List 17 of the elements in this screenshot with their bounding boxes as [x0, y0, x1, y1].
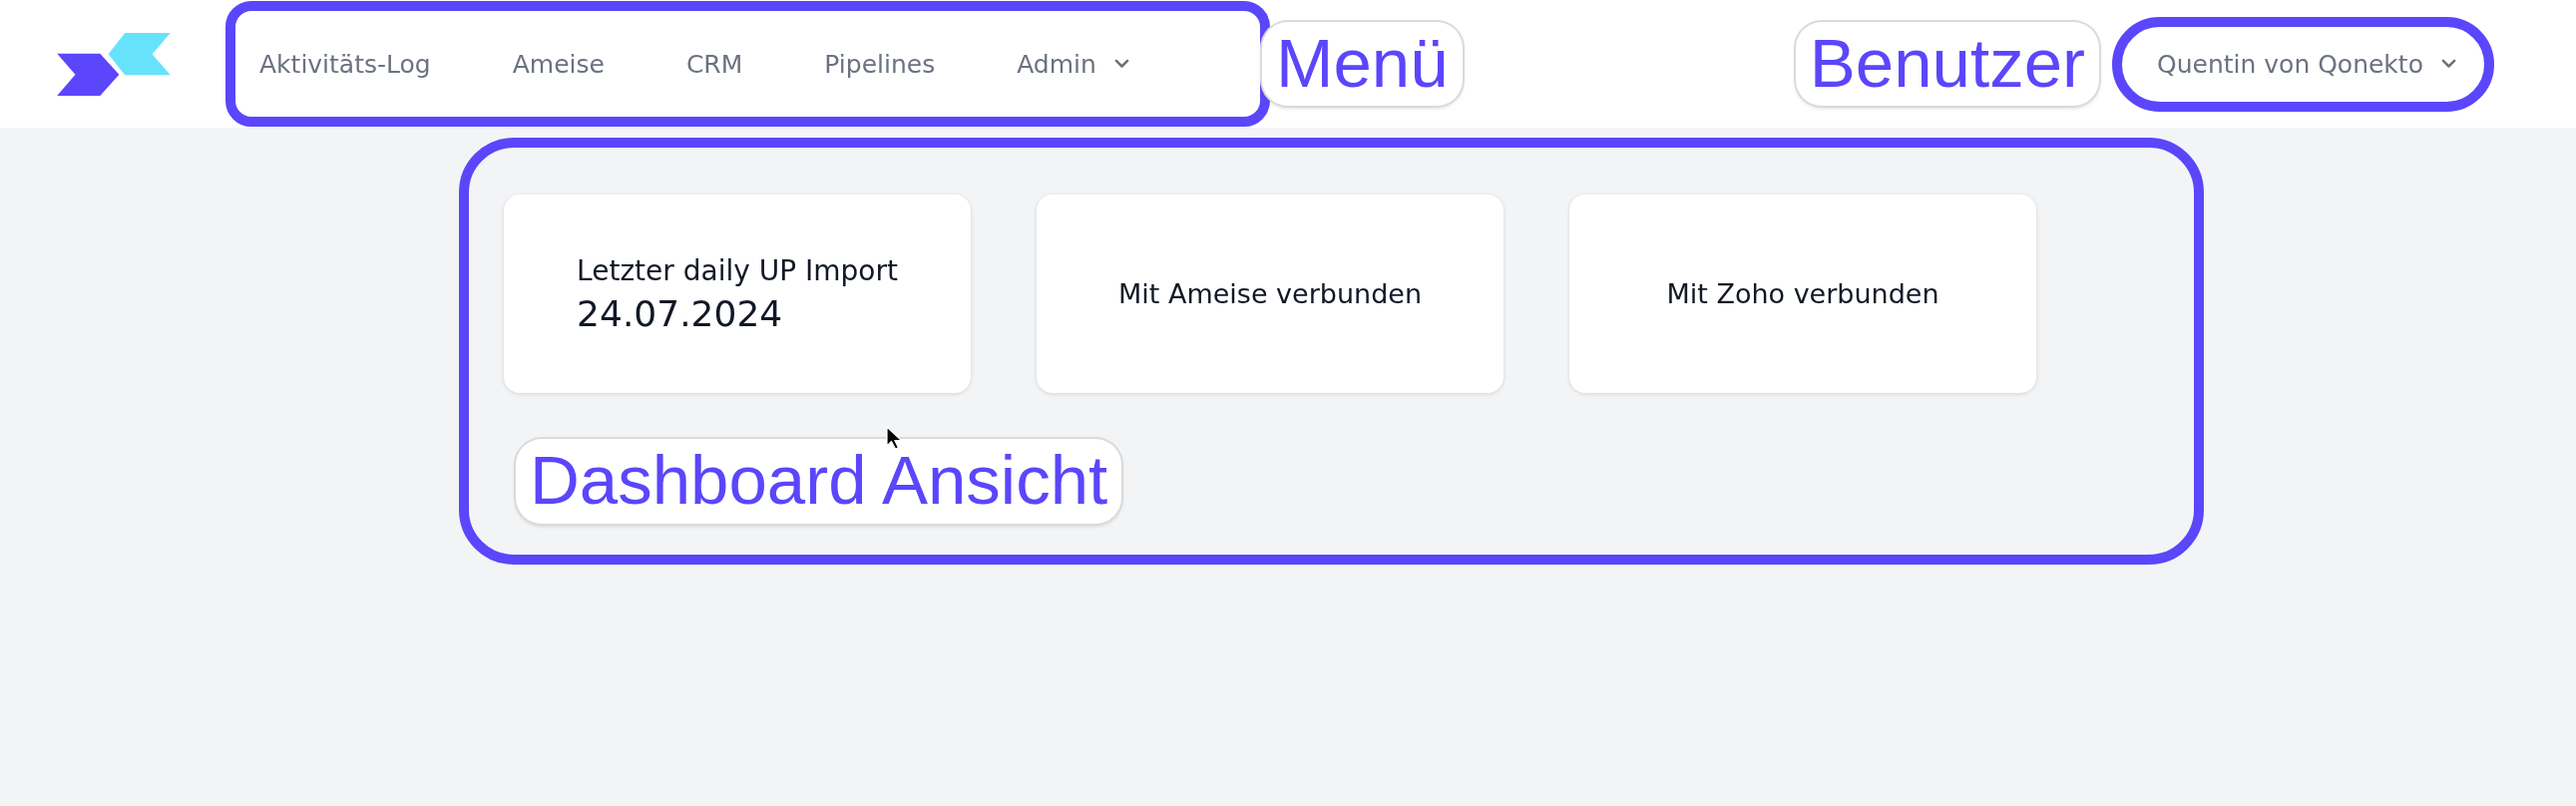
chevron-down-icon	[2440, 59, 2456, 69]
nav-dropdown[interactable]: Admin	[1017, 49, 1129, 79]
nav-link[interactable]: Aktivitäts-Log	[259, 49, 431, 79]
annotation-label: Menü	[1262, 21, 1463, 107]
annotation-label: Dashboard Ansicht	[516, 439, 1122, 524]
user-menu-button[interactable]: Quentin von Qonekto	[2157, 49, 2456, 79]
nav-link[interactable]: Ameise	[512, 49, 605, 79]
card-title: Mit Zoho verbunden	[1666, 278, 1939, 309]
mouse-pointer-icon	[886, 426, 903, 450]
nav-link[interactable]: CRM	[685, 49, 743, 79]
nav-link[interactable]: Pipelines	[824, 49, 936, 79]
card-title: Mit Ameise verbunden	[1118, 278, 1422, 309]
card-title: Letzter daily UP Import	[577, 253, 898, 287]
chevron-logo-icon	[57, 32, 171, 96]
annotation-label: Benutzer	[1795, 21, 2099, 107]
card-value: 24.07.2024	[577, 292, 783, 334]
chevron-down-icon	[1113, 59, 1129, 69]
